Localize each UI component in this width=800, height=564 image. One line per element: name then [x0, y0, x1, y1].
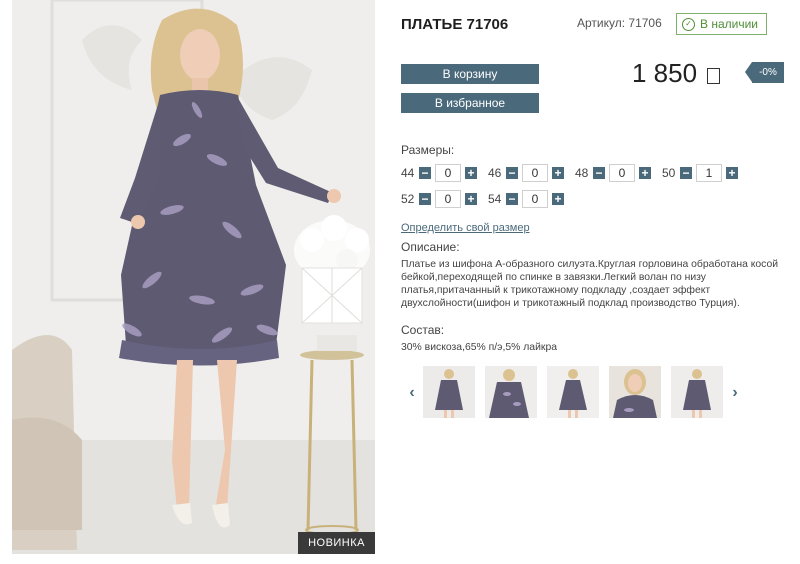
- quantity-field[interactable]: 0: [522, 190, 548, 208]
- sizes-row-1: 44 − 0 + 46 − 0 + 48 − 0 + 50 − 1 +: [401, 164, 749, 182]
- plus-button[interactable]: +: [552, 167, 564, 179]
- price-value: 1 850: [632, 58, 698, 88]
- minus-button[interactable]: −: [593, 167, 605, 179]
- dress-model-illustration: [12, 0, 375, 554]
- add-to-cart-button[interactable]: В корзину: [401, 64, 539, 84]
- thumbnail-gallery: ‹ ›: [401, 366, 747, 420]
- thumbnail-image: [485, 366, 537, 418]
- quantity-field[interactable]: 0: [522, 164, 548, 182]
- size-label: 52: [401, 192, 415, 206]
- thumbnail-image: [609, 366, 661, 418]
- thumbnail-image: [547, 366, 599, 418]
- size-item-52: 52 − 0 +: [401, 190, 477, 208]
- stock-badge: ✓ В наличии: [676, 13, 768, 35]
- thumbnail-3[interactable]: [547, 366, 599, 418]
- price: 1 850: [632, 58, 721, 89]
- minus-button[interactable]: −: [506, 193, 518, 205]
- thumbnail-2[interactable]: [485, 366, 537, 418]
- minus-button[interactable]: −: [680, 167, 692, 179]
- stock-label: В наличии: [700, 17, 759, 31]
- quantity-field[interactable]: 1: [696, 164, 722, 182]
- quantity-field[interactable]: 0: [435, 190, 461, 208]
- plus-button[interactable]: +: [639, 167, 651, 179]
- quantity-field[interactable]: 0: [609, 164, 635, 182]
- discount-badge: -0%: [745, 62, 784, 83]
- size-item-46: 46 − 0 +: [488, 164, 564, 182]
- thumbnail-5[interactable]: [671, 366, 723, 418]
- size-label: 54: [488, 192, 502, 206]
- product-main-photo[interactable]: НОВИНКА: [12, 0, 375, 554]
- size-label: 46: [488, 166, 502, 180]
- size-label: 44: [401, 166, 415, 180]
- size-item-54: 54 − 0 +: [488, 190, 564, 208]
- size-guide-link[interactable]: Определить свой размер: [401, 222, 530, 234]
- thumbnail-image: [423, 366, 475, 418]
- sizes-label: Размеры:: [401, 143, 455, 157]
- product-page: НОВИНКА ПЛАТЬЕ 71706 Артикул: 71706 ✓ В …: [0, 0, 800, 564]
- thumbnail-1[interactable]: [423, 366, 475, 418]
- minus-button[interactable]: −: [506, 167, 518, 179]
- quantity-field[interactable]: 0: [435, 164, 461, 182]
- product-sku: Артикул: 71706: [577, 16, 662, 30]
- size-item-44: 44 − 0 +: [401, 164, 477, 182]
- thumbnail-image: [671, 366, 723, 418]
- check-circle-icon: ✓: [682, 17, 695, 31]
- thumbnail-4[interactable]: [609, 366, 661, 418]
- size-item-48: 48 − 0 +: [575, 164, 651, 182]
- minus-button[interactable]: −: [419, 193, 431, 205]
- size-item-50: 50 − 1 +: [662, 164, 738, 182]
- description-text: Платье из шифона А-образного силуэта.Кру…: [401, 259, 779, 309]
- add-to-favorites-button[interactable]: В избранное: [401, 93, 539, 113]
- ruble-icon: [707, 67, 721, 84]
- plus-button[interactable]: +: [465, 167, 477, 179]
- size-label: 50: [662, 166, 676, 180]
- sizes-row-2: 52 − 0 + 54 − 0 +: [401, 190, 575, 208]
- new-badge: НОВИНКА: [298, 532, 375, 554]
- plus-button[interactable]: +: [552, 193, 564, 205]
- chevron-left-icon[interactable]: ‹: [405, 384, 419, 402]
- description-label: Описание:: [401, 240, 460, 254]
- plus-button[interactable]: +: [465, 193, 477, 205]
- size-label: 48: [575, 166, 589, 180]
- chevron-right-icon[interactable]: ›: [728, 384, 742, 402]
- product-title: ПЛАТЬЕ 71706: [401, 16, 509, 33]
- plus-button[interactable]: +: [726, 167, 738, 179]
- composition-text: 30% вискоза,65% п/э,5% лайкра: [401, 342, 557, 353]
- composition-label: Состав:: [401, 323, 445, 337]
- minus-button[interactable]: −: [419, 167, 431, 179]
